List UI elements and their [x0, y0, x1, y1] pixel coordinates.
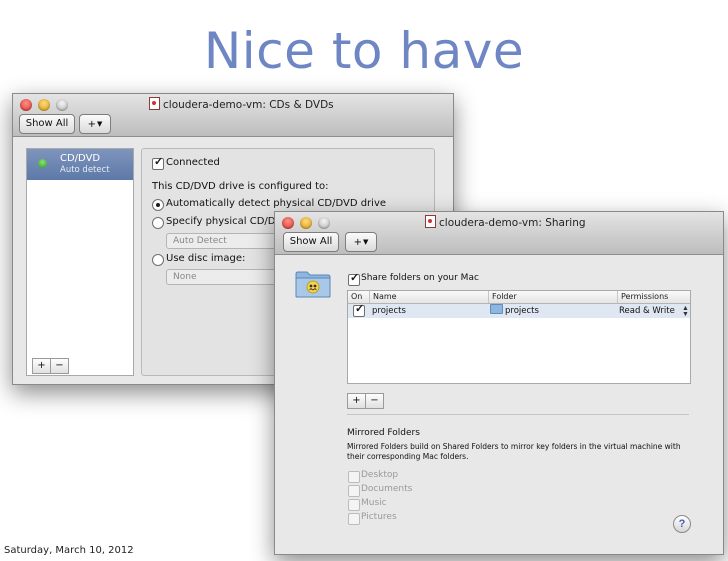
remove-shared-folder-button[interactable]: − — [365, 393, 384, 409]
mirrored-folders-desc-1: Mirrored Folders build on Shared Folders… — [347, 442, 681, 451]
auto-detect-label: Automatically detect physical CD/DVD dri… — [166, 198, 387, 209]
window-title: cloudera-demo-vm: CDs & DVDs — [149, 97, 334, 111]
mirror-documents-checkbox[interactable] — [348, 485, 360, 497]
zoom-window-button[interactable] — [56, 99, 68, 111]
permissions-stepper-icon[interactable]: ▲ ▼ — [682, 305, 689, 318]
mirror-desktop-checkbox[interactable] — [348, 471, 360, 483]
sidebar-add-remove: + − — [32, 355, 69, 374]
minimize-window-button[interactable] — [38, 99, 50, 111]
document-icon — [425, 215, 436, 228]
disc-image-label: Use disc image: — [166, 253, 246, 264]
row-name: projects — [372, 306, 406, 316]
mirror-desktop-label: Desktop — [361, 470, 399, 480]
shared-add-remove: + − — [347, 390, 384, 409]
slide-title: Nice to have — [203, 22, 525, 80]
row-enabled-checkbox[interactable] — [353, 302, 365, 317]
share-folders-label: Share folders on your Mac — [361, 273, 479, 283]
shared-folders-table: On Name Folder Permissions projects proj… — [347, 290, 691, 384]
add-device-button[interactable]: +▼ — [345, 232, 377, 252]
table-header: On Name Folder Permissions — [348, 291, 690, 304]
close-window-button[interactable] — [282, 217, 294, 229]
help-button[interactable]: ? — [673, 515, 691, 533]
mirror-music-checkbox[interactable] — [348, 499, 360, 511]
add-device-small-button[interactable]: + — [32, 358, 51, 374]
folder-icon — [490, 304, 503, 314]
column-header-folder[interactable]: Folder — [488, 291, 617, 303]
sidebar-item-sublabel: Auto detect — [60, 165, 110, 175]
disc-image-radio[interactable] — [152, 254, 164, 266]
section-divider — [347, 414, 689, 415]
titlebar: cloudera-demo-vm: CDs & DVDs Show All +▼ — [13, 94, 453, 137]
column-header-permissions[interactable]: Permissions — [617, 291, 689, 303]
close-window-button[interactable] — [20, 99, 32, 111]
sidebar-item-label: CD/DVD — [60, 153, 101, 164]
sidebar-item-cd-dvd[interactable]: CD/DVD Auto detect — [27, 149, 133, 180]
sharing-window: cloudera-demo-vm: Sharing Show All +▼ Sh… — [274, 211, 724, 555]
chevron-down-icon: ▼ — [363, 238, 369, 246]
mirror-pictures-label: Pictures — [361, 512, 397, 522]
table-row[interactable]: projects projects Read & Write ▲▼ — [348, 302, 690, 318]
slide-footer-date: Saturday, March 10, 2012 — [4, 545, 134, 556]
mirrored-folders-title: Mirrored Folders — [347, 428, 420, 438]
mirror-music-label: Music — [361, 498, 387, 508]
minimize-window-button[interactable] — [300, 217, 312, 229]
device-sidebar: CD/DVD Auto detect + − — [26, 148, 134, 376]
show-all-button[interactable]: Show All — [283, 232, 339, 252]
window-title: cloudera-demo-vm: Sharing — [425, 215, 586, 229]
add-device-button[interactable]: +▼ — [79, 114, 111, 134]
configured-label: This CD/DVD drive is configured to: — [152, 181, 329, 192]
remove-device-button[interactable]: − — [50, 358, 69, 374]
mirror-pictures-checkbox[interactable] — [348, 513, 360, 525]
titlebar: cloudera-demo-vm: Sharing Show All +▼ — [275, 212, 723, 255]
chevron-down-icon: ▼ — [97, 120, 103, 128]
document-icon — [149, 97, 160, 110]
row-folder: projects — [490, 304, 539, 318]
share-folders-checkbox[interactable] — [348, 271, 360, 286]
mirror-documents-label: Documents — [361, 484, 413, 494]
status-dot-icon — [38, 159, 47, 168]
mirrored-folders-desc-2: their corresponding Mac folders. — [347, 452, 469, 461]
row-permissions[interactable]: Read & Write — [619, 304, 675, 318]
connected-checkbox[interactable] — [152, 155, 164, 170]
shared-folder-icon — [295, 271, 331, 298]
auto-detect-radio[interactable] — [152, 199, 164, 211]
add-shared-folder-button[interactable]: + — [347, 393, 366, 409]
specify-drive-radio[interactable] — [152, 217, 164, 229]
column-header-name[interactable]: Name — [369, 291, 488, 303]
specify-drive-label: Specify physical CD/DVD — [166, 216, 290, 227]
connected-label: Connected — [166, 157, 220, 168]
show-all-button[interactable]: Show All — [19, 114, 75, 134]
zoom-window-button[interactable] — [318, 217, 330, 229]
